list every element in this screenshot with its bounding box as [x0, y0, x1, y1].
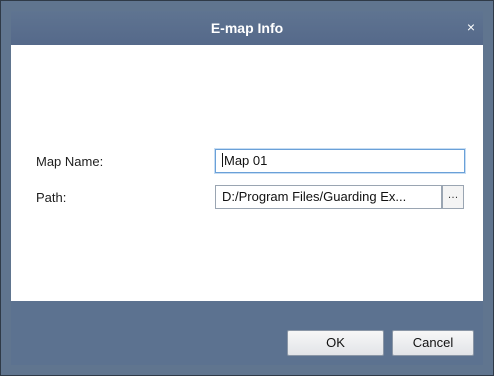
emap-info-dialog: E-map Info × Map Name: Map 01 Path: D:/P… [0, 0, 494, 376]
browse-button[interactable]: … [442, 185, 464, 209]
map-name-value: Map 01 [224, 153, 268, 168]
dialog-frame-top [1, 1, 493, 11]
dialog-frame-bottom [1, 365, 493, 375]
path-value: D:/Program Files/Guarding Ex... [222, 189, 407, 204]
map-name-input[interactable]: Map 01 [215, 149, 465, 173]
path-input[interactable]: D:/Program Files/Guarding Ex... [215, 185, 442, 209]
dialog-content: Map Name: Map 01 Path: D:/Program Files/… [11, 45, 483, 301]
path-label: Path: [36, 190, 67, 205]
map-name-label: Map Name: [36, 154, 104, 169]
close-icon[interactable]: × [463, 18, 479, 36]
dialog-frame-left [1, 11, 11, 365]
text-caret [222, 153, 223, 167]
cancel-button[interactable]: Cancel [392, 330, 474, 356]
ok-button[interactable]: OK [287, 330, 384, 356]
dialog-titlebar[interactable]: E-map Info × [11, 11, 483, 45]
dialog-footer: OK Cancel [11, 301, 483, 365]
dialog-title: E-map Info [210, 20, 284, 36]
dialog-frame-right [483, 11, 493, 365]
